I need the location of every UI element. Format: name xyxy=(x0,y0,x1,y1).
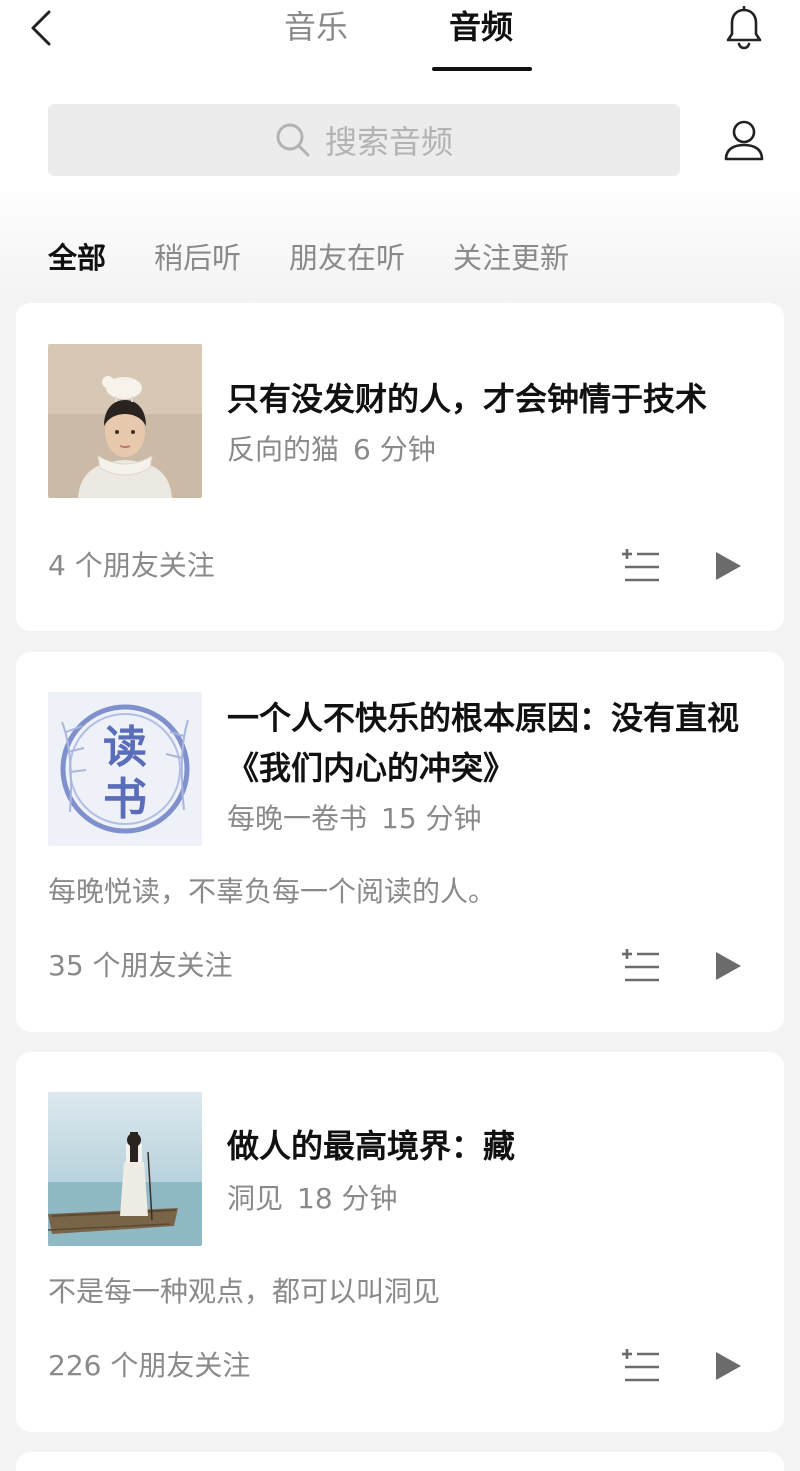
item-title[interactable]: 一个人不快乐的根本原因：没有直视《我们内心的冲突》 xyxy=(227,693,757,793)
item-title[interactable]: 只有没发财的人，才会钟情于技术 xyxy=(227,374,757,424)
search-placeholder: 搜索音频 xyxy=(324,123,453,161)
top-tabs: 音乐 音频 xyxy=(0,0,800,80)
add-to-playlist-button[interactable] xyxy=(619,544,663,588)
filter-listen-later[interactable]: 稍后听 xyxy=(154,236,241,280)
add-to-playlist-button[interactable] xyxy=(619,1344,663,1388)
friends-count: 4 个朋友关注 xyxy=(48,549,215,582)
cover-text-book: 书 xyxy=(103,774,147,825)
item-description: 不是每一种观点，都可以叫洞见 xyxy=(48,1275,441,1308)
item-author[interactable]: 每晚一卷书 xyxy=(227,802,367,835)
audio-card[interactable]: 读 书 一个人不快乐的根本原因：没有直视《我们内心的冲突》 每晚一卷书 15 分钟… xyxy=(16,652,784,1032)
add-to-playlist-icon xyxy=(622,1349,659,1382)
item-description: 每晚悦读，不辜负每一个阅读的人。 xyxy=(48,875,497,908)
bell-icon xyxy=(726,6,762,50)
tab-music[interactable]: 音乐 xyxy=(284,6,348,48)
cover-image xyxy=(48,1092,202,1246)
item-author[interactable]: 反向的猫 xyxy=(227,433,339,466)
item-title[interactable]: 做人的最高境界：藏 xyxy=(227,1121,757,1171)
cover-image xyxy=(48,344,202,498)
play-icon xyxy=(716,552,741,580)
friends-count: 226 个朋友关注 xyxy=(48,1349,251,1382)
search-input[interactable]: 搜索音频 xyxy=(48,104,680,176)
item-duration: 6 分钟 xyxy=(353,433,436,466)
add-to-playlist-icon xyxy=(622,549,659,582)
filter-tabs: 全部 稍后听 朋友在听 关注更新 xyxy=(48,236,617,280)
play-button[interactable] xyxy=(706,944,750,988)
tab-audio[interactable]: 音频 xyxy=(449,6,513,48)
play-icon xyxy=(716,1352,741,1380)
item-duration: 15 分钟 xyxy=(381,802,482,835)
play-button[interactable] xyxy=(706,1344,750,1388)
cover-image: 读 书 xyxy=(48,692,202,846)
profile-button[interactable] xyxy=(720,114,768,166)
audio-card[interactable] xyxy=(16,1452,784,1471)
notification-button[interactable] xyxy=(722,4,766,52)
active-tab-indicator xyxy=(432,67,532,71)
item-meta: 反向的猫 6 分钟 xyxy=(227,432,436,468)
play-button[interactable] xyxy=(706,544,750,588)
add-to-playlist-button[interactable] xyxy=(619,944,663,988)
filter-friends-listening[interactable]: 朋友在听 xyxy=(289,236,405,280)
search-icon xyxy=(276,123,310,157)
item-author[interactable]: 洞见 xyxy=(227,1182,283,1215)
audio-card[interactable]: 只有没发财的人，才会钟情于技术 反向的猫 6 分钟 4 个朋友关注 xyxy=(16,303,784,631)
filter-all[interactable]: 全部 xyxy=(48,236,106,280)
top-bar: 音乐 音频 xyxy=(0,0,800,80)
audio-card[interactable]: 做人的最高境界：藏 洞见 18 分钟 不是每一种观点，都可以叫洞见 226 个朋友… xyxy=(16,1052,784,1432)
play-icon xyxy=(716,952,741,980)
item-duration: 18 分钟 xyxy=(297,1182,398,1215)
filter-follow-updates[interactable]: 关注更新 xyxy=(453,236,569,280)
cover-text-read: 读 xyxy=(103,722,147,773)
item-meta: 洞见 18 分钟 xyxy=(227,1181,398,1217)
user-icon xyxy=(724,120,764,161)
item-meta: 每晚一卷书 15 分钟 xyxy=(227,801,482,837)
friends-count: 35 个朋友关注 xyxy=(48,949,233,982)
add-to-playlist-icon xyxy=(622,949,659,982)
